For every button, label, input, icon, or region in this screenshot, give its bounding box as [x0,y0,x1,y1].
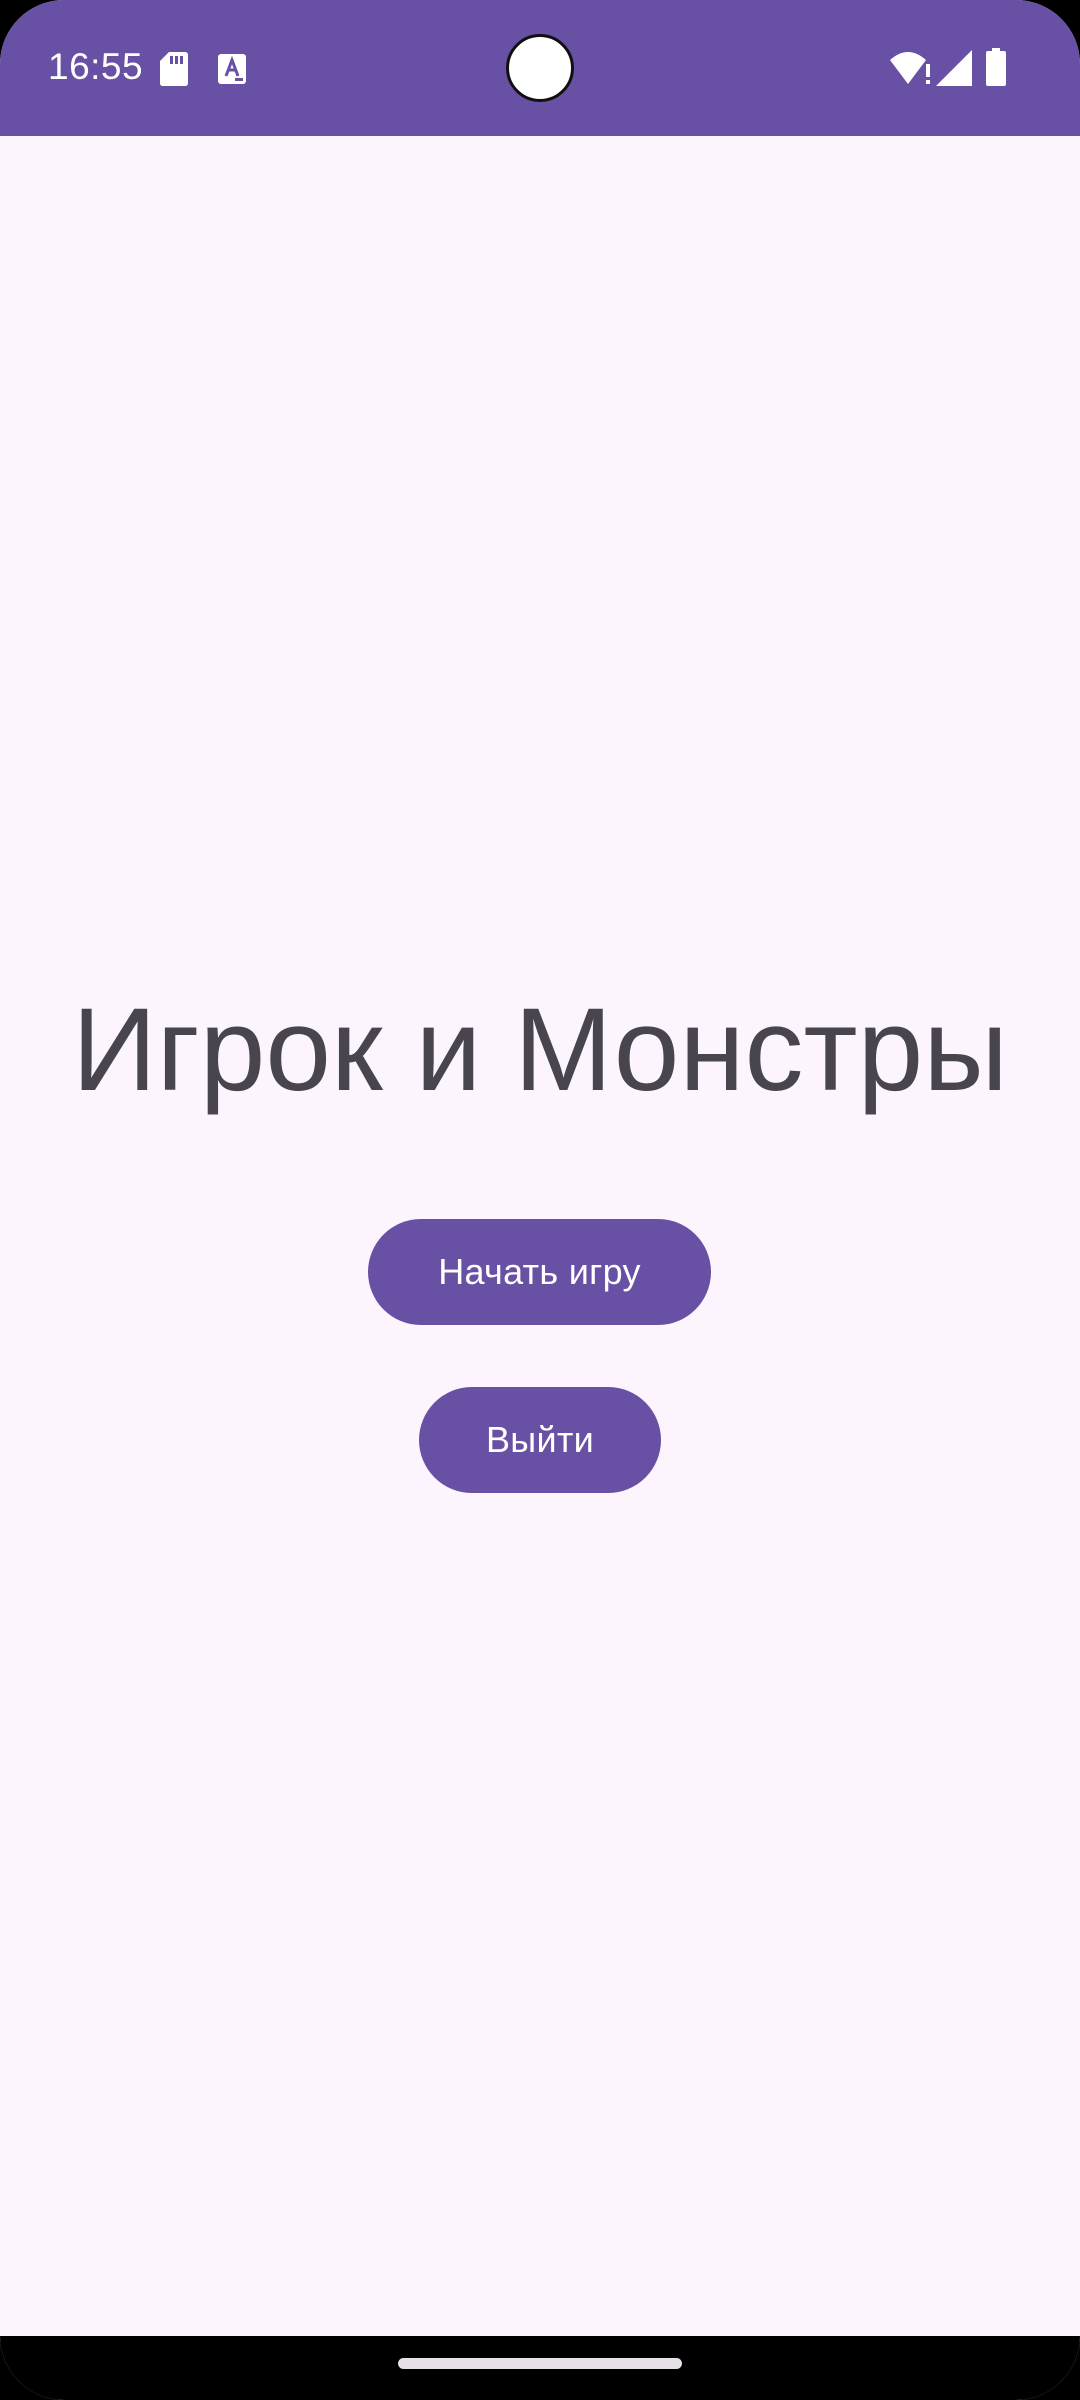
page-title: Игрок и Монстры [71,984,1009,1116]
camera-cutout [506,34,574,102]
start-game-button[interactable]: Начать игру [368,1219,711,1325]
exit-button[interactable]: Выйти [419,1387,661,1493]
home-gesture-handle[interactable] [398,2358,682,2369]
cell-signal-icon [936,50,972,86]
wifi-alert-icon [890,52,930,84]
status-time: 16:55 [48,46,144,87]
navigation-bar [0,2336,1080,2400]
app-screen: 16:55 Игрок и Монстры Начать игру Выйти [0,0,1080,2400]
font-download-icon [218,54,246,84]
status-bar: 16:55 [0,0,1080,136]
sd-card-icon [160,52,188,86]
battery-icon [986,48,1006,86]
